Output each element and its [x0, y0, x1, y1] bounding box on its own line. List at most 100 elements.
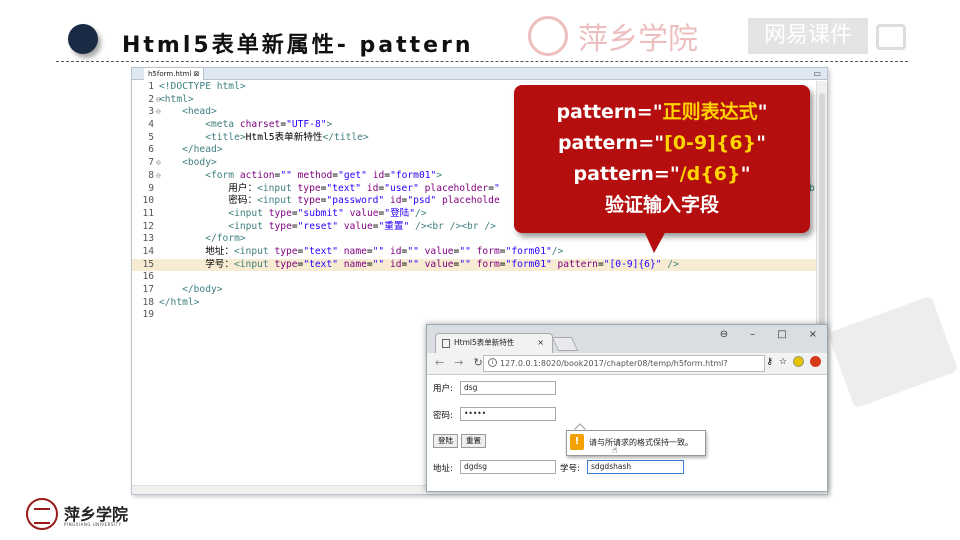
code-token: <head> — [159, 106, 217, 118]
line-number: 9 — [148, 182, 154, 194]
title-bullet-dot — [68, 24, 98, 54]
code-token: id — [372, 169, 385, 181]
code-token: "user" — [384, 182, 425, 194]
code-line[interactable]: 14 地址：<input type="text" name="" id="" v… — [132, 246, 817, 259]
code-token: <input — [234, 258, 275, 270]
code-text: <input type="reset" value="重置" /><br /><… — [159, 221, 496, 234]
password-label: 密码: — [433, 411, 453, 421]
code-token: <input — [257, 182, 298, 194]
submit-button[interactable]: 登陆 — [433, 434, 458, 448]
nav-buttons: ← → ↻ — [435, 356, 483, 369]
tab-close-icon[interactable]: × — [537, 334, 544, 352]
code-token: 地址： — [159, 245, 234, 257]
line-number: 17 — [142, 284, 154, 295]
code-token: "" — [372, 258, 390, 270]
code-line[interactable]: 17 </body> — [132, 284, 817, 297]
line-number: 7 — [148, 157, 154, 169]
reset-button[interactable]: 重置 — [461, 434, 486, 448]
code-token: <html> — [159, 93, 194, 105]
code-token: </head> — [159, 144, 223, 156]
code-token: "" — [372, 245, 390, 257]
browser-tabstrip: Html5表单新特性 × ⊖ – □ × — [427, 325, 827, 353]
code-token: value — [424, 245, 454, 257]
code-line[interactable]: 19 — [132, 309, 817, 322]
code-text: <html> — [159, 94, 194, 107]
code-token: "" — [280, 169, 298, 181]
code-text: <title>Html5表单新特性</title> — [159, 132, 369, 145]
code-token: type — [274, 245, 298, 257]
watermark-seal-icon — [528, 16, 568, 56]
code-text: 密码：<input type="password" id="psd" place… — [159, 195, 500, 208]
address-input[interactable]: dgdsg — [460, 460, 556, 474]
mouse-cursor-icon: ☝ — [612, 446, 618, 456]
user-label: 用户: — [433, 384, 453, 394]
side-watermark — [827, 295, 959, 409]
key-icon[interactable]: ⚷ — [766, 357, 773, 367]
code-line[interactable]: 18 </html> — [132, 297, 817, 310]
info-icon[interactable]: i — [488, 358, 497, 367]
code-token: <input — [234, 245, 275, 257]
line-number: 2 — [148, 93, 154, 105]
code-line[interactable]: 13 </form> — [132, 233, 817, 246]
maximize-button[interactable]: □ — [777, 329, 786, 340]
code-token: "登陆" — [384, 207, 416, 219]
editor-tab-h5form[interactable]: h5form.html ⊠ — [144, 68, 205, 80]
line-number: 5 — [148, 131, 154, 143]
code-token: <input — [257, 195, 298, 207]
editor-restore-icon[interactable]: ▭ — [813, 69, 821, 78]
extension-icon[interactable] — [793, 356, 804, 367]
slide-title: Html5表单新属性- pattern — [122, 33, 474, 58]
code-token: name — [343, 245, 367, 257]
code-token: form — [476, 258, 500, 270]
browser-tab[interactable]: Html5表单新特性 × — [435, 333, 553, 353]
code-token: placeholde — [441, 195, 500, 207]
code-token: 用户： — [159, 182, 258, 194]
code-token: </html> — [159, 296, 200, 308]
code-token: 学号： — [159, 258, 234, 270]
school-seal-icon — [26, 498, 58, 530]
code-token: "" — [407, 258, 425, 270]
code-token: name — [343, 258, 367, 270]
code-text: <head> — [159, 106, 217, 119]
line-number: 1 — [148, 81, 154, 92]
warning-icon: ! — [570, 434, 584, 450]
address-bar[interactable]: i 127.0.0.1:8020/book2017/chapter08/temp… — [483, 355, 765, 372]
code-token: type — [268, 207, 292, 219]
line-number: 3 — [148, 106, 154, 118]
code-text: </form> — [159, 233, 245, 246]
code-token: "" — [459, 245, 477, 257]
code-token: method — [297, 169, 333, 181]
code-token: "UTF-8" — [286, 119, 327, 131]
watermark-house-icon — [876, 24, 906, 50]
browser-window[interactable]: Html5表单新特性 × ⊖ – □ × ← → ↻ i 127.0.0.1:8… — [426, 324, 828, 492]
code-text: <meta charset="UTF-8"> — [159, 119, 332, 132]
star-icon[interactable]: ☆ — [779, 357, 787, 367]
callout-line-4: 验证输入字段 — [604, 194, 719, 216]
reload-icon[interactable]: ↻ — [473, 356, 482, 369]
student-id-input[interactable]: sdgdshash — [587, 460, 684, 474]
minimize-button[interactable]: – — [750, 329, 755, 340]
watermark-tag: 网易课件 — [748, 18, 868, 54]
opera-icon[interactable] — [810, 356, 821, 367]
code-token: /><br /><br /> — [415, 220, 496, 232]
forward-arrow-icon[interactable]: → — [454, 356, 463, 369]
back-arrow-icon[interactable]: ← — [435, 356, 444, 369]
code-token: 密码： — [159, 195, 258, 207]
code-token: /> — [415, 207, 427, 219]
password-input[interactable]: ••••• — [460, 407, 556, 421]
callout-line-2: pattern="[0-9]{6}" — [557, 132, 767, 154]
validation-message: 请与所请求的格式保持一致。 — [589, 438, 693, 447]
new-tab-button[interactable] — [551, 337, 579, 351]
user-input[interactable]: dsg — [460, 381, 556, 395]
line-number: 11 — [142, 207, 154, 219]
code-token: "reset" — [297, 220, 344, 232]
footer-school-en: PINGXIANG UNIVERSITY — [64, 522, 122, 527]
code-token: value — [349, 207, 379, 219]
code-line[interactable]: 15 学号：<input type="text" name="" id="" v… — [132, 258, 817, 272]
line-number: 18 — [142, 296, 154, 308]
browser-toolbar: ← → ↻ i 127.0.0.1:8020/book2017/chapter0… — [427, 353, 827, 375]
code-token: id — [366, 182, 379, 194]
close-window-button[interactable]: × — [809, 329, 817, 340]
code-line[interactable]: 16 — [132, 271, 817, 284]
profile-icon[interactable]: ⊖ — [720, 329, 728, 340]
